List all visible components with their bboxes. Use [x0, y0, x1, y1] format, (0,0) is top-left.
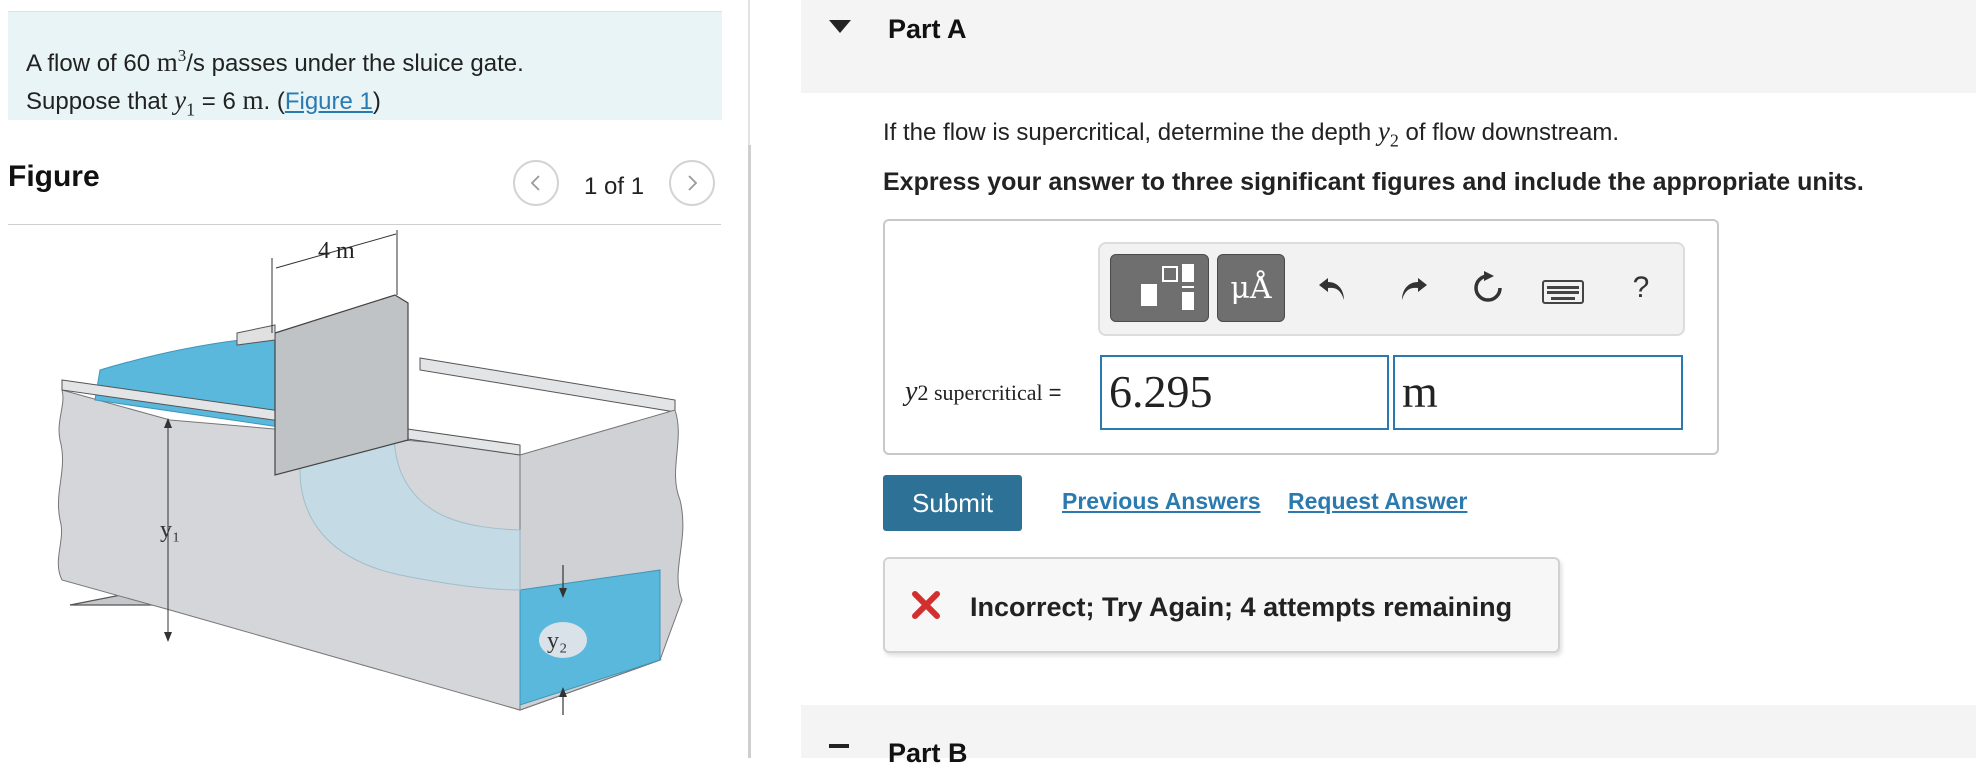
y1-arrow-bottom [164, 632, 172, 642]
panel-divider-top [748, 0, 750, 145]
part-b-title: Part B [888, 738, 968, 768]
figure-next-button[interactable] [669, 160, 715, 206]
problem-text: A flow of 60 m3/s passes under the sluic… [26, 38, 524, 127]
units-button[interactable]: μÅ [1217, 254, 1285, 322]
submit-button[interactable]: Submit [883, 475, 1022, 531]
y2-label: y₂ [547, 628, 567, 654]
channel-right-lip [419, 357, 676, 413]
keyboard-button[interactable] [1541, 276, 1585, 308]
request-answer-link[interactable]: Request Answer [1288, 488, 1467, 515]
left-panel: A flow of 60 m3/s passes under the sluic… [0, 0, 745, 758]
problem-line-1: A flow of 60 m3/s passes under the sluic… [26, 46, 524, 77]
figure-link[interactable]: Figure 1 [285, 88, 373, 115]
chevron-left-icon [530, 175, 540, 191]
problem-line-2: Suppose that y1 = 6 m. (Figure 1) [26, 85, 381, 120]
answer-variable-label: y2 supercritical = [905, 376, 1062, 407]
panel-divider[interactable] [748, 145, 751, 758]
previous-answers-link[interactable]: Previous Answers [1062, 488, 1261, 515]
part-a-title: Part A [888, 14, 967, 44]
question-text: If the flow is supercritical, determine … [883, 116, 1619, 151]
part-a-header[interactable] [801, 0, 1976, 93]
reset-button[interactable] [1468, 268, 1508, 308]
reset-icon [1474, 271, 1502, 302]
figure-title: Figure [8, 160, 100, 193]
width-label: 4 m [318, 238, 355, 264]
undo-icon [1319, 278, 1344, 300]
units-icon: μÅ [1230, 270, 1272, 306]
chevron-right-icon [688, 175, 698, 191]
answer-value-input[interactable]: 6.295 [1100, 355, 1389, 430]
y1-label: y₁ [160, 517, 180, 543]
help-button[interactable]: ? [1621, 268, 1661, 308]
feedback-text: Incorrect; Try Again; 4 attempts remaini… [970, 592, 1513, 622]
incorrect-x-icon [912, 591, 940, 619]
sluice-gate-figure: 4 m y₁ y₂ [57, 230, 684, 715]
answer-unit-input[interactable]: m [1393, 355, 1683, 430]
keyboard-icon [1542, 280, 1584, 304]
instruction-text: Express your answer to three significant… [883, 168, 1864, 196]
redo-icon [1402, 278, 1427, 300]
undo-button[interactable] [1313, 268, 1353, 308]
help-icon: ? [1632, 271, 1650, 304]
redo-button[interactable] [1393, 268, 1433, 308]
figure-prev-button[interactable] [513, 160, 559, 206]
template-icon [1140, 264, 1194, 310]
caret-down-icon[interactable] [829, 20, 851, 34]
figure-page-count: 1 of 1 [584, 173, 645, 200]
template-button[interactable] [1110, 254, 1209, 322]
part-b-header[interactable] [801, 705, 1976, 758]
part-b-caret-icon[interactable] [829, 744, 849, 748]
